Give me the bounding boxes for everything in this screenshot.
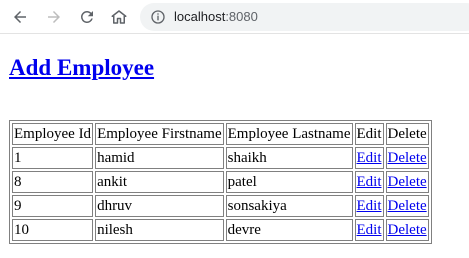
edit-link[interactable]: Edit xyxy=(357,174,382,190)
cell-edit: Edit xyxy=(354,171,384,193)
address-bar[interactable]: localhost:8080 xyxy=(140,3,469,31)
cell-firstname: ankit xyxy=(95,171,224,193)
employee-table: Employee Id Employee Firstname Employee … xyxy=(9,120,432,244)
cell-firstname: dhruv xyxy=(95,195,224,217)
url-port: :8080 xyxy=(225,9,258,24)
add-employee-link[interactable]: Add Employee xyxy=(9,55,154,81)
header-delete: Delete xyxy=(385,123,429,145)
delete-link[interactable]: Delete xyxy=(388,198,427,214)
cell-edit: Edit xyxy=(354,147,384,169)
table-row: 9 dhruv sonsakiya Edit Delete xyxy=(12,195,429,217)
url-host: localhost xyxy=(174,9,226,24)
info-icon[interactable] xyxy=(150,9,166,25)
table-row: 8 ankit patel Edit Delete xyxy=(12,171,429,193)
delete-link[interactable]: Delete xyxy=(388,222,427,238)
cell-employee-id: 10 xyxy=(12,219,94,241)
cell-employee-id: 1 xyxy=(12,147,94,169)
reload-button[interactable] xyxy=(75,5,99,29)
cell-lastname: patel xyxy=(225,171,353,193)
header-employee-lastname: Employee Lastname xyxy=(225,123,353,145)
cell-lastname: shaikh xyxy=(225,147,353,169)
cell-delete: Delete xyxy=(385,195,429,217)
delete-link[interactable]: Delete xyxy=(388,174,427,190)
forward-arrow-icon xyxy=(48,11,60,23)
cell-edit: Edit xyxy=(354,195,384,217)
cell-lastname: sonsakiya xyxy=(225,195,353,217)
back-arrow-icon xyxy=(14,11,26,23)
browser-toolbar: localhost:8080 xyxy=(0,0,469,34)
cell-employee-id: 9 xyxy=(12,195,94,217)
table-header-row: Employee Id Employee Firstname Employee … xyxy=(12,123,429,145)
header-employee-firstname: Employee Firstname xyxy=(95,123,224,145)
reload-icon xyxy=(80,10,93,23)
header-edit: Edit xyxy=(354,123,384,145)
edit-link[interactable]: Edit xyxy=(357,150,382,166)
cell-delete: Delete xyxy=(385,171,429,193)
cell-edit: Edit xyxy=(354,219,384,241)
url-text: localhost:8080 xyxy=(174,9,258,24)
back-button[interactable] xyxy=(8,5,32,29)
edit-link[interactable]: Edit xyxy=(357,198,382,214)
cell-firstname: nilesh xyxy=(95,219,224,241)
edit-link[interactable]: Edit xyxy=(357,222,382,238)
cell-delete: Delete xyxy=(385,147,429,169)
table-row: 1 hamid shaikh Edit Delete xyxy=(12,147,429,169)
forward-button[interactable] xyxy=(42,5,66,29)
home-button[interactable] xyxy=(107,5,131,29)
page-content: Add Employee Employee Id Employee Firstn… xyxy=(0,35,469,258)
table-row: 10 nilesh devre Edit Delete xyxy=(12,219,429,241)
header-employee-id: Employee Id xyxy=(12,123,94,145)
cell-employee-id: 8 xyxy=(12,171,94,193)
cell-firstname: hamid xyxy=(95,147,224,169)
cell-lastname: devre xyxy=(225,219,353,241)
home-icon xyxy=(111,10,127,24)
cell-delete: Delete xyxy=(385,219,429,241)
delete-link[interactable]: Delete xyxy=(388,150,427,166)
